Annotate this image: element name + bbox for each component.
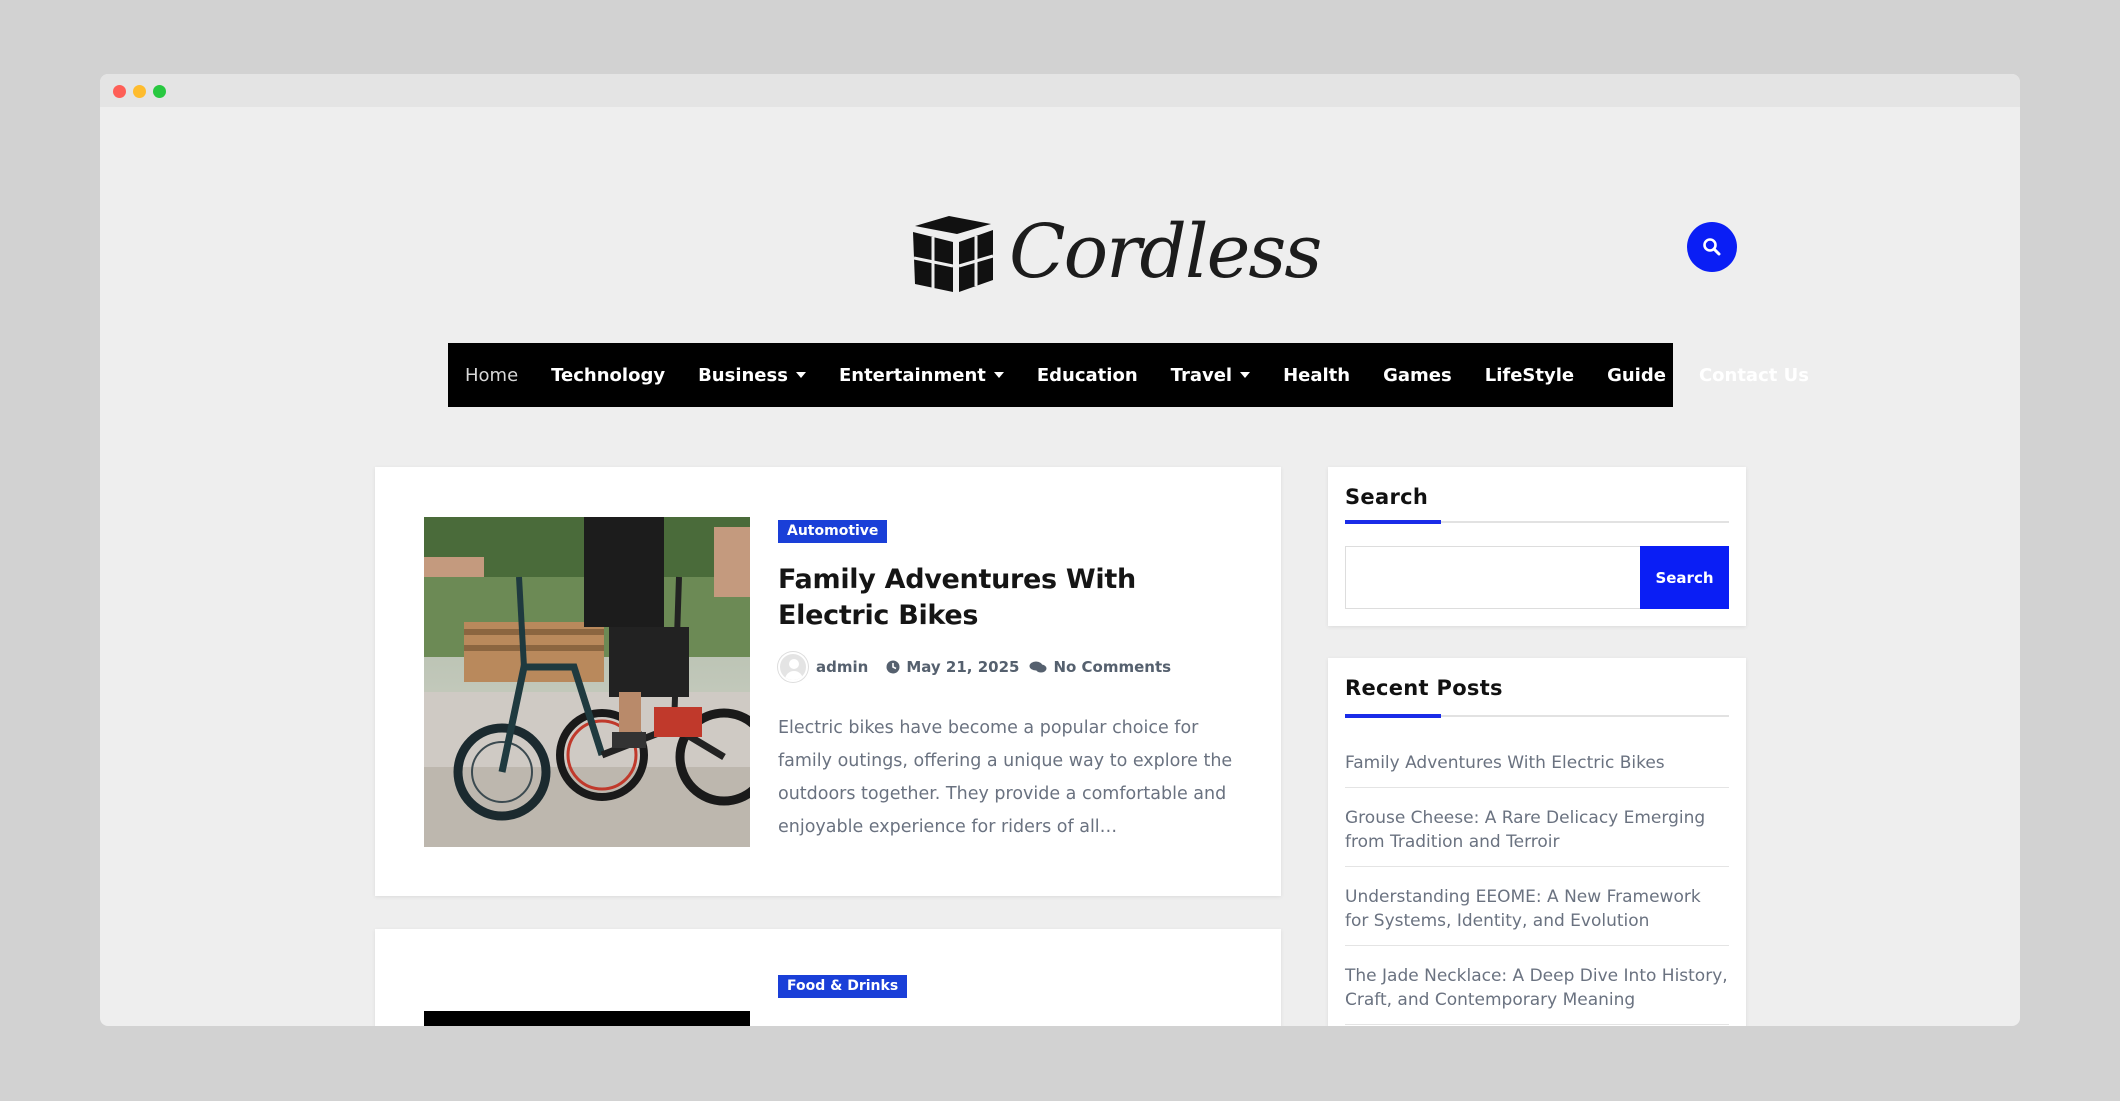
site-logo[interactable]: Cordless	[907, 204, 1322, 299]
nav-item-technology[interactable]: Technology	[551, 365, 665, 386]
chevron-down-icon	[993, 372, 1004, 378]
post-title[interactable]: Family Adventures With Electric Bikes	[778, 562, 1228, 634]
nav-item-travel[interactable]: Travel	[1170, 364, 1251, 386]
nav-item-games[interactable]: Games	[1383, 365, 1452, 386]
nav-item-label: Entertainment	[838, 364, 986, 386]
nav-item-label: Travel	[1170, 364, 1233, 386]
post-date[interactable]: May 21, 2025	[906, 658, 1019, 676]
main-nav: Home Technology Business Entertainment Educa…	[448, 343, 1809, 407]
category-badge[interactable]: Automotive	[778, 520, 888, 543]
post-thumbnail[interactable]	[424, 517, 750, 847]
chevron-down-icon	[795, 372, 806, 378]
recent-posts-list: Family Adventures With Electric Bikes Gro…	[1345, 743, 1729, 1026]
nav-item-label: Games	[1383, 364, 1452, 386]
recent-post-link[interactable]: Family Adventures With Electric Bikes	[1345, 743, 1729, 788]
comments-icon	[1029, 660, 1047, 674]
nav-item-label: Technology	[551, 364, 666, 386]
nav-item-label: LifeStyle	[1484, 364, 1575, 386]
nav-item-contact-us[interactable]: Contact Us	[1699, 365, 1809, 386]
category-badge[interactable]: Food & Drinks	[778, 975, 908, 998]
nav-item-education[interactable]: Education	[1037, 365, 1138, 386]
nav-item-business[interactable]: Business	[698, 365, 806, 386]
search-button[interactable]: Search	[1640, 546, 1729, 609]
recent-post-link[interactable]: Grouse Cheese: A Rare Delicacy Emerging …	[1345, 798, 1729, 867]
header-search-button[interactable]	[1687, 222, 1737, 272]
nav-item-label: Business	[698, 364, 788, 386]
post-thumbnail[interactable]	[424, 1011, 750, 1026]
nav-item-lifestyle[interactable]: LifeStyle	[1485, 365, 1574, 386]
post-meta: admin May 21, 2025 No Comments	[778, 652, 1171, 682]
nav-item-label: Education	[1036, 364, 1138, 386]
cube-icon	[913, 216, 994, 292]
search-icon	[1703, 238, 1721, 256]
electric-bike-image	[424, 517, 750, 847]
browser-window: Cordless Home Technology Business Entertain…	[100, 74, 2020, 1026]
logo-text: Cordless	[1009, 209, 1322, 295]
post-author[interactable]: admin	[816, 658, 868, 676]
nav-item-label: Contact Us	[1698, 364, 1809, 386]
widget-title: Recent Posts	[1345, 676, 1503, 700]
minimize-window-button[interactable]	[133, 85, 146, 98]
maximize-window-button[interactable]	[153, 85, 166, 98]
widget-title-rule	[1345, 714, 1729, 718]
post-card: Automotive Family Adventures With Electr…	[375, 467, 1281, 896]
post-comments[interactable]: No Comments	[1053, 658, 1171, 676]
search-widget: Search Search	[1328, 467, 1746, 626]
recent-posts-widget: Recent Posts Family Adventures With Elec…	[1328, 658, 1746, 1026]
avatar[interactable]	[778, 652, 808, 682]
nav-item-label: Health	[1283, 364, 1351, 386]
recent-post-link[interactable]: The Jade Necklace: A Deep Dive Into Hist…	[1345, 956, 1729, 1025]
nav-item-label: Home	[465, 364, 519, 386]
recent-post-link[interactable]: Understanding EEOME: A New Framework for…	[1345, 877, 1729, 946]
chevron-down-icon	[1240, 372, 1251, 378]
nav-item-entertainment[interactable]: Entertainment	[839, 365, 1004, 386]
nav-item-home[interactable]: Home	[465, 365, 518, 386]
post-card: Food & Drinks	[375, 929, 1281, 1026]
nav-item-guide[interactable]: Guide	[1607, 365, 1666, 386]
nav-item-label: Guide	[1607, 364, 1666, 386]
search-input[interactable]	[1345, 546, 1642, 609]
widget-title-rule	[1345, 520, 1729, 524]
post-excerpt: Electric bikes have become a popular cho…	[778, 718, 1233, 837]
window-titlebar	[100, 74, 2020, 107]
close-window-button[interactable]	[113, 85, 126, 98]
nav-item-health[interactable]: Health	[1283, 365, 1350, 386]
clock-icon	[886, 660, 900, 674]
widget-title: Search	[1345, 485, 1429, 509]
